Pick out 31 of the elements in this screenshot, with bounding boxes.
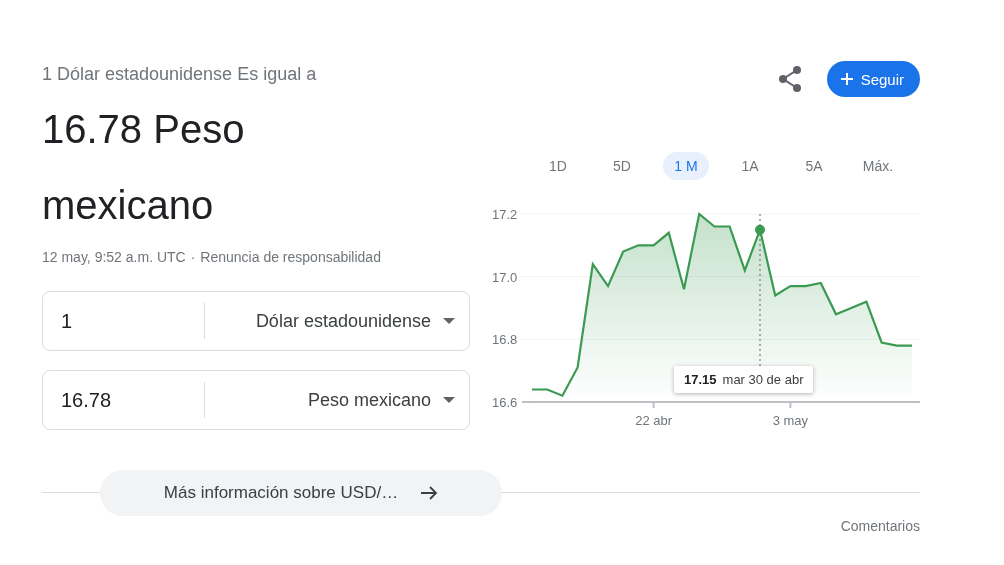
conversion-result: 16.78 Peso mexicano <box>42 106 246 229</box>
axis-label: 3 may <box>772 413 809 428</box>
caret-icon <box>443 397 455 403</box>
plus-icon <box>840 73 853 85</box>
arrow-icon <box>420 485 439 501</box>
amount-input[interactable]: 16.78 <box>43 382 205 418</box>
range-tab[interactable]: 1 M <box>663 152 709 180</box>
disclaimer-link[interactable]: Renuncia de responsabilidad <box>200 249 381 265</box>
caret-icon <box>443 318 455 324</box>
conversion-label: 1 Dólar estadounidense Es igual a <box>42 64 318 85</box>
axis-label: 17.2 <box>492 207 518 222</box>
amount-input[interactable]: 1 <box>43 303 205 339</box>
timestamp: 12 may, 9:52 a.m. UTC <box>42 249 186 265</box>
more-info-button[interactable]: Más información sobre USD/… <box>100 470 502 516</box>
range-tab[interactable]: 5D <box>590 152 654 180</box>
range-tab[interactable]: Máx. <box>846 152 910 180</box>
follow-button[interactable]: Seguir <box>826 61 920 97</box>
axis-label: 22 abr <box>635 413 673 428</box>
currency-dropdown[interactable]: Dólar estadounidense <box>205 301 469 341</box>
tooltip: 17.15 mar 30 de abr <box>674 366 814 393</box>
axis-label: 16.6 <box>492 395 518 410</box>
share-icon[interactable] <box>776 65 803 93</box>
currency-dropdown[interactable]: Peso mexicano <box>205 380 469 420</box>
axis-label: 16.8 <box>492 332 518 348</box>
range-tab[interactable]: 1D <box>526 152 590 180</box>
range-tab[interactable]: 5A <box>782 152 846 180</box>
feedback-link[interactable]: Comentarios <box>840 518 920 534</box>
point-marker <box>755 224 765 235</box>
range-tab[interactable]: 1A <box>718 152 782 180</box>
separator: · <box>190 249 196 265</box>
axis-label: 17.0 <box>492 269 518 285</box>
